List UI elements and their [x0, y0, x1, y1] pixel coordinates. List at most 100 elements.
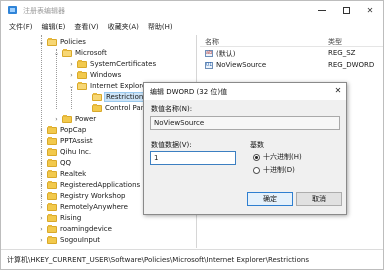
value-row-noviewsource[interactable]: 01 NoViewSource REG_DWORD [200, 60, 383, 70]
tree-item-microsoft[interactable]: ⌄ Microsoft [53, 48, 107, 58]
folder-icon [47, 235, 57, 244]
tree-item-sogouinput[interactable]: › SogouInput [38, 235, 100, 245]
chevron-right-icon[interactable]: › [38, 204, 45, 211]
tree-item-control-panel[interactable]: Control Panel [83, 103, 151, 113]
chevron-right-icon[interactable]: › [38, 215, 45, 222]
folder-icon [47, 213, 57, 222]
status-path: 计算机\HKEY_CURRENT_USER\Software\Policies\… [7, 256, 309, 264]
maximize-icon [342, 6, 350, 14]
chevron-down-icon[interactable]: ⌄ [68, 83, 75, 90]
value-data-field[interactable]: 1 [150, 151, 236, 165]
tree-item-restrictions[interactable]: Restrictions [83, 92, 149, 102]
chevron-right-icon[interactable]: › [38, 149, 45, 156]
tree-item-label: Rising [60, 214, 82, 222]
radio-hex[interactable]: 十六进制(H) [253, 152, 302, 162]
tree-item-registeredapplications[interactable]: › RegisteredApplications [38, 180, 140, 190]
folder-open-icon [92, 92, 102, 101]
radio-decimal[interactable]: 十进制(D) [253, 165, 295, 175]
value-name: NoViewSource [216, 61, 267, 69]
tree-item-qihu[interactable]: › Qihu Inc. [38, 147, 91, 157]
value-row-default[interactable]: ab (默认) REG_SZ [200, 48, 383, 58]
tree-item-roamingdevice[interactable]: › roamingdevice [38, 224, 112, 234]
close-button[interactable]: ✕ [359, 3, 381, 17]
dialog-close-button[interactable]: ✕ [332, 85, 344, 96]
menu-edit[interactable]: 编辑(E) [42, 21, 66, 34]
folder-icon [47, 125, 57, 134]
tree-item-label: Power [75, 115, 97, 123]
tree-item-label: Qihu Inc. [60, 148, 92, 156]
radio-unchecked-icon [253, 166, 260, 174]
tree-item-systemcertificates[interactable]: › SystemCertificates [68, 59, 156, 69]
tree-item-internet-explorer[interactable]: ⌄ Internet Explorer [68, 81, 149, 91]
folder-icon [47, 136, 57, 145]
chevron-right-icon[interactable]: › [38, 193, 45, 200]
value-data-label: 数值数据(V): [151, 141, 192, 149]
edit-dword-dialog: 编辑 DWORD (32 位)值 ✕ 数值名称(N): NoViewSource… [143, 82, 347, 215]
value-type: REG_DWORD [328, 61, 375, 69]
tree-item-remotelyanywhere[interactable]: › RemotelyAnywhere [38, 202, 128, 212]
tree-guide [71, 89, 72, 109]
folder-icon [77, 70, 87, 79]
ok-button[interactable]: 确定 [247, 192, 293, 206]
menu-view[interactable]: 查看(V) [74, 21, 98, 34]
chevron-right-icon[interactable]: › [53, 116, 60, 123]
folder-open-icon [77, 81, 87, 90]
tree-item-label: Microsoft [75, 49, 107, 57]
maximize-button[interactable] [335, 3, 357, 17]
menu-file[interactable]: 文件(F) [9, 21, 33, 34]
tree-item-label: Policies [60, 38, 86, 46]
tree-item-pptassist[interactable]: › PPTAssist [38, 136, 93, 146]
folder-open-icon [62, 48, 72, 57]
dword-value-icon: 01 [205, 62, 213, 69]
chevron-right-icon[interactable]: › [68, 72, 75, 79]
value-name-field[interactable]: NoViewSource [150, 116, 340, 130]
tree-guide [56, 49, 57, 109]
regedit-icon [8, 6, 17, 14]
value-type: REG_SZ [328, 49, 356, 57]
chevron-right-icon[interactable]: › [38, 160, 45, 167]
tree-item-popcap[interactable]: › PopCap [38, 125, 86, 135]
folder-icon [92, 103, 102, 112]
column-type-header[interactable]: 类型 [328, 37, 342, 47]
folder-open-icon [47, 37, 57, 46]
folder-icon [77, 59, 87, 68]
tree-item-label: PPTAssist [60, 137, 93, 145]
menu-help[interactable]: 帮助(H) [148, 21, 173, 34]
chevron-down-icon[interactable]: ⌄ [38, 39, 45, 46]
radio-checked-icon [253, 153, 260, 161]
folder-icon [47, 202, 57, 211]
chevron-right-icon[interactable]: › [38, 237, 45, 244]
minimize-button[interactable] [311, 3, 333, 17]
dialog-title: 编辑 DWORD (32 位)值 [150, 88, 228, 96]
tree-item-label: Realtek [60, 170, 87, 178]
chevron-right-icon[interactable]: › [38, 182, 45, 189]
close-icon: ✕ [366, 5, 374, 15]
tree-item-label: QQ [60, 159, 72, 167]
chevron-right-icon[interactable]: › [38, 127, 45, 134]
tree-item-registry-workshop[interactable]: › Registry Workshop [38, 191, 125, 201]
tree-item-label: SystemCertificates [90, 60, 157, 68]
menu-favorites[interactable]: 收藏夹(A) [108, 21, 139, 34]
tree-item-realtek[interactable]: › Realtek [38, 169, 86, 179]
title-bar[interactable]: 注册表编辑器 ✕ [1, 1, 383, 20]
folder-icon [62, 114, 72, 123]
folder-icon [47, 158, 57, 167]
folder-icon [47, 180, 57, 189]
tree-item-policies[interactable]: ⌄ Policies [38, 37, 86, 47]
tree-item-label: SogouInput [60, 236, 101, 244]
window-title: 注册表编辑器 [23, 7, 65, 15]
radio-decimal-label: 十进制(D) [263, 166, 295, 174]
chevron-down-icon[interactable]: ⌄ [53, 50, 60, 57]
tree-item-power[interactable]: › Power [53, 114, 96, 124]
chevron-right-icon[interactable]: › [38, 138, 45, 145]
tree-item-rising[interactable]: › Rising [38, 213, 81, 223]
tree-item-windows[interactable]: › Windows [68, 70, 121, 80]
tree-item-label: Registry Workshop [60, 192, 126, 200]
column-name-header[interactable]: 名称 [205, 37, 219, 47]
tree-item-qq[interactable]: › QQ [38, 158, 71, 168]
chevron-right-icon[interactable]: › [38, 226, 45, 233]
tree-item-label: PopCap [60, 126, 87, 134]
chevron-right-icon[interactable]: › [38, 171, 45, 178]
chevron-right-icon[interactable]: › [68, 61, 75, 68]
cancel-button[interactable]: 取消 [296, 192, 342, 206]
